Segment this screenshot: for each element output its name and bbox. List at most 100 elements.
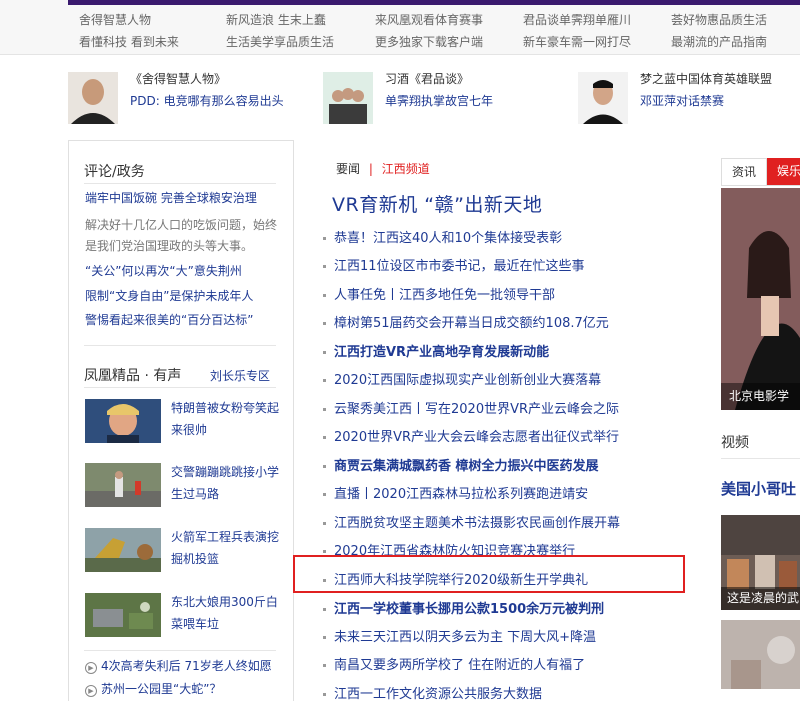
thumb-caption[interactable]: 火箭军工程兵表演挖掘机投篮	[171, 526, 281, 570]
thumb-caption[interactable]: 东北大娘用300斤白菜喂车垃	[171, 591, 281, 635]
thumb-caption[interactable]: 交警蹦蹦跳跳接小学生过马路	[171, 461, 281, 505]
news-item[interactable]: 2020江西国际虚拟现实产业创新创业大赛落幕	[323, 369, 601, 388]
news-item[interactable]: 云聚秀美江西丨写在2020世界VR产业云峰会之际	[323, 398, 619, 417]
news-item-text[interactable]: 恭喜！江西这40人和10个集体接受表彰	[334, 231, 562, 246]
thumbnail[interactable]	[85, 399, 161, 443]
section-title: 凤凰精品 · 有声	[84, 368, 182, 384]
tab-news-info[interactable]: 资讯	[721, 158, 767, 185]
top-banner-edge	[68, 0, 800, 5]
commentary-link[interactable]: 限制“文身自由”是保护未成年人	[85, 286, 277, 307]
headline-link[interactable]: VR育新机 “赣”出新天地	[332, 190, 542, 217]
news-item[interactable]: 商贾云集满城飘药香 樟树全力振兴中医药发展	[323, 455, 599, 474]
news-item-text[interactable]: 江西一工作文化资源公共服务大数据	[334, 687, 542, 702]
news-item[interactable]: 樟树第51届药交会开幕当日成交额约108.7亿元	[323, 312, 609, 331]
news-item-text[interactable]: 南昌又要多两所学校了 住在附近的人有福了	[334, 658, 585, 673]
news-item[interactable]: 江西打造VR产业高地孕育发展新动能	[323, 341, 549, 360]
list-item[interactable]: 交警蹦蹦跳跳接小学生过马路	[85, 463, 281, 509]
avatar	[578, 72, 628, 124]
list-item[interactable]: 东北大娘用300斤白菜喂车垃	[85, 593, 281, 639]
news-item-text[interactable]: 直播丨2020江西森林马拉松系列赛跑进靖安	[334, 487, 588, 502]
thumbnail[interactable]	[85, 463, 161, 507]
tab-news[interactable]: 要闻	[336, 162, 360, 176]
tab-separator: |	[368, 162, 373, 176]
play-icon: ▶	[85, 662, 97, 674]
person-title[interactable]: 《舍得智慧人物》	[130, 70, 226, 87]
news-item-text[interactable]: 商贾云集满城飘药香 樟树全力振兴中医药发展	[334, 459, 599, 474]
news-item[interactable]: 未来三天江西以阴天多云为主 下周大风+降温	[323, 626, 596, 645]
commentary-summary: 解决好十几亿人口的吃饭问题，始终是我们党治国理政的头等大事。	[85, 218, 278, 253]
sponsor-link[interactable]: 舍得智慧人物	[79, 11, 151, 28]
person-subtitle[interactable]: 邓亚萍对话禁赛	[640, 92, 724, 109]
bullet-icon	[323, 237, 326, 240]
feature-caption[interactable]: 北京电影学	[721, 383, 800, 410]
person-subtitle[interactable]: 单霁翔执掌故宫七年	[385, 92, 493, 109]
news-item-text[interactable]: 江西脱贫攻坚主题美术书法摄影农民画创作展开幕	[334, 516, 620, 531]
person-card[interactable]: 习酒《君品谈》 单霁翔执掌故宫七年	[323, 68, 563, 124]
list-item[interactable]: 特朗普被女粉夸笑起来很帅	[85, 399, 281, 445]
news-item[interactable]: 江西一学校董事长挪用公款1500余万元被判刑	[323, 598, 604, 617]
sponsor-link[interactable]: 看懂科技 看到未来	[79, 33, 179, 50]
bullet-icon	[323, 294, 326, 297]
person-title[interactable]: 习酒《君品谈》	[385, 70, 469, 87]
sponsor-link[interactable]: 最潮流的产品指南	[671, 33, 767, 50]
tab-entertainment[interactable]: 娱乐	[767, 158, 800, 185]
news-item-text[interactable]: 江西一学校董事长挪用公款1500余万元被判刑	[334, 602, 604, 617]
left-column: 评论/政务 端牢中国饭碗 完善全球粮安治理 解决好十几亿人口的吃饭问题，始终是我…	[68, 140, 294, 701]
avatar	[323, 72, 373, 124]
list-item[interactable]: 火箭军工程兵表演挖掘机投篮	[85, 528, 281, 574]
sponsor-link[interactable]: 新车豪车需一网打尽	[523, 33, 631, 50]
video-caption[interactable]: 这是凌晨的武	[721, 587, 800, 610]
sponsor-link[interactable]: 荟好物惠品质生活	[671, 11, 767, 28]
person-card[interactable]: 梦之蓝中国体育英雄联盟 邓亚萍对话禁赛	[578, 68, 800, 124]
sponsor-link[interactable]: 生活美学享品质生活	[226, 33, 334, 50]
person-subtitle[interactable]: PDD: 电竞哪有那么容易出头	[130, 92, 284, 109]
news-item[interactable]: 南昌又要多两所学校了 住在附近的人有福了	[323, 654, 585, 673]
right-tabs: 资讯 娱乐	[721, 158, 800, 186]
commentary-link[interactable]: 端牢中国饭碗 完善全球粮安治理	[85, 188, 277, 209]
sponsor-link[interactable]: 来风凰观看体育赛事	[375, 11, 483, 28]
news-item[interactable]: 2020世界VR产业大会云峰会志愿者出征仪式举行	[323, 426, 619, 445]
bullet-icon	[323, 550, 326, 553]
bullet-icon	[323, 608, 326, 611]
section-more-link[interactable]: 刘长乐专区	[210, 367, 270, 384]
news-item-text[interactable]: 2020江西国际虚拟现实产业创新创业大赛落幕	[334, 373, 601, 388]
news-item-text[interactable]: 未来三天江西以阴天多云为主 下周大风+降温	[334, 630, 596, 645]
news-item[interactable]: 恭喜！江西这40人和10个集体接受表彰	[323, 227, 562, 246]
thumb-caption[interactable]: 特朗普被女粉夸笑起来很帅	[171, 397, 281, 441]
news-item[interactable]: 江西脱贫攻坚主题美术书法摄影农民画创作展开幕	[323, 512, 620, 531]
commentary-link[interactable]: 警惕看起来很美的“百分百达标”	[85, 310, 277, 331]
sponsor-link[interactable]: 更多独家下载客户端	[375, 33, 483, 50]
feature-image[interactable]	[721, 188, 800, 410]
sponsor-link[interactable]: 君品谈单霁翔单雁川	[523, 11, 631, 28]
bullet-icon	[323, 436, 326, 439]
list-item[interactable]: ▶ 4次高考失利后 71岁老人终如愿	[85, 657, 272, 674]
news-item[interactable]: 直播丨2020江西森林马拉松系列赛跑进靖安	[323, 483, 588, 502]
tab-jiangxi-channel[interactable]: 江西频道	[382, 162, 430, 176]
news-item[interactable]: 江西11位设区市市委书记，最近在忙这些事	[323, 255, 585, 274]
bullet-icon	[323, 351, 326, 354]
sponsor-link[interactable]: 新风造浪 生末上蠢	[226, 11, 326, 28]
news-item-text[interactable]: 江西11位设区市市委书记，最近在忙这些事	[334, 259, 585, 274]
sponsor-strip: 舍得智慧人物 新风造浪 生末上蠢 来风凰观看体育赛事 君品谈单霁翔单雁川 荟好物…	[0, 0, 800, 55]
commentary-link[interactable]: “关公”何以再次“大”意失荆州	[85, 261, 277, 282]
section-title: 视频	[721, 435, 749, 451]
news-item[interactable]: 江西一工作文化资源公共服务大数据	[323, 683, 542, 702]
thumbnail[interactable]	[85, 593, 161, 637]
bullet-icon	[323, 465, 326, 468]
divider	[84, 650, 276, 651]
news-item-text[interactable]: 樟树第51届药交会开幕当日成交额约108.7亿元	[334, 316, 609, 331]
video-thumbnail[interactable]	[721, 620, 800, 689]
thumbnail[interactable]	[85, 528, 161, 572]
news-item-text[interactable]: 云聚秀美江西丨写在2020世界VR产业云峰会之际	[334, 402, 619, 417]
video-headline-link[interactable]: 美国小哥吐	[721, 478, 796, 499]
bullet-icon	[323, 379, 326, 382]
news-item-text[interactable]: 人事任免丨江西多地任免一批领导干部	[334, 288, 555, 303]
bottom-item-text[interactable]: 苏州一公园里“大蛇”？	[101, 682, 221, 696]
news-item-text[interactable]: 江西打造VR产业高地孕育发展新动能	[334, 345, 549, 360]
bullet-icon	[323, 322, 326, 325]
person-card[interactable]: 《舍得智慧人物》 PDD: 电竞哪有那么容易出头	[68, 68, 308, 124]
bottom-item-text[interactable]: 4次高考失利后 71岁老人终如愿	[101, 659, 272, 673]
person-title[interactable]: 梦之蓝中国体育英雄联盟	[640, 70, 772, 87]
news-item[interactable]: 人事任免丨江西多地任免一批领导干部	[323, 284, 555, 303]
news-item-text[interactable]: 2020世界VR产业大会云峰会志愿者出征仪式举行	[334, 430, 619, 445]
